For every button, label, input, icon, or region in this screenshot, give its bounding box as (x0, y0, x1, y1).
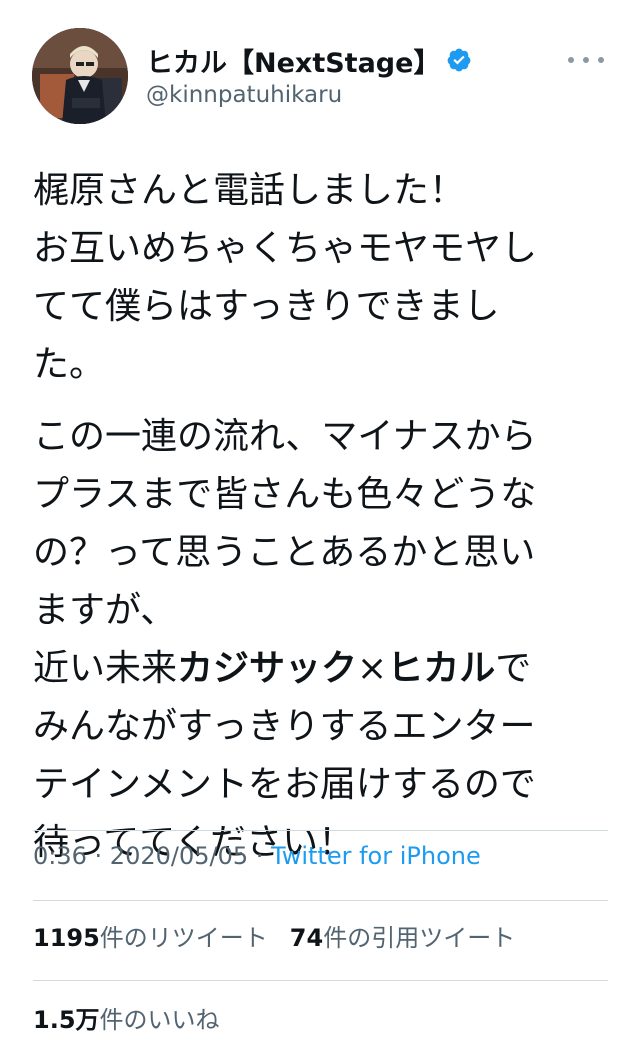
display-name[interactable]: ヒカル【NextStage】 (146, 41, 440, 80)
tweet-line: この一連の流れ、マイナスから (33, 416, 537, 457)
dot (598, 57, 604, 63)
tweet-line: てて僕らはすっきりできまし (33, 286, 500, 327)
tweet-header: ヒカル【NextStage】 @kinnpatuhikaru (32, 28, 608, 128)
tweet-paragraph-2: この一連の流れ、マイナスから プラスまで皆さんも色々どうな の？って思うことある… (33, 408, 608, 872)
avatar-image (32, 28, 128, 124)
retweets-label: 件のリツイート (99, 924, 268, 952)
tweet-line: プラスまで皆さんも色々どうな (33, 474, 537, 515)
tweet-line: みんながすっきりするエンター (33, 706, 536, 747)
tweet-meta: 0:36 · 2020/05/05 · Twitter for iPhone (33, 842, 481, 870)
tweet-bold-hikaru: ヒカル (387, 648, 496, 689)
more-options-icon[interactable] (568, 50, 604, 70)
tweet-line: お互いめちゃくちゃモヤモヤし (33, 228, 538, 269)
dot (568, 57, 574, 63)
tweet-line: ますが、 (33, 590, 177, 631)
retweets-count: 1195 (33, 924, 100, 952)
tweet-time[interactable]: 0:36 (33, 842, 87, 870)
tweet-bold-kajisac: カジサック (177, 648, 358, 689)
tweet-stats: 1195件のリツイート 74件の引用ツイート (33, 918, 515, 953)
tweet-line: の？って思うことあるかと思い (33, 532, 536, 573)
likes-label: 件のいいね (99, 1006, 220, 1034)
tweet-line: 梶原さんと電話しました！ (33, 170, 466, 211)
separator: · (248, 842, 272, 870)
tweet-date[interactable]: 2020/05/05 (110, 842, 248, 870)
tweet-line-suffix: で (495, 648, 532, 689)
separator: · (86, 842, 110, 870)
quotes-count: 74 (289, 924, 324, 952)
retweets-stat[interactable]: 1195件のリツイート (33, 924, 268, 952)
dot (583, 57, 589, 63)
divider (33, 900, 608, 901)
tweet-line: テインメントをお届けするので (33, 764, 536, 805)
tweet-text: 梶原さんと電話しました！ お互いめちゃくちゃモヤモヤし てて僕らはすっきりできま… (33, 162, 608, 872)
tweet-line: た。 (33, 344, 106, 385)
avatar[interactable] (32, 28, 128, 124)
quotes-stat[interactable]: 74件の引用ツイート (290, 924, 515, 952)
divider (33, 980, 608, 981)
tweet-line-prefix: 近い未来 (33, 648, 178, 689)
name-row: ヒカル【NextStage】 (146, 41, 472, 80)
likes-stat[interactable]: 1.5万件のいいね (33, 1000, 220, 1035)
quotes-label: 件の引用ツイート (323, 924, 516, 952)
user-handle[interactable]: @kinnpatuhikaru (146, 82, 342, 108)
tweet-cross: × (357, 648, 388, 689)
tweet-paragraph-1: 梶原さんと電話しました！ お互いめちゃくちゃモヤモヤし てて僕らはすっきりできま… (33, 162, 608, 394)
verified-badge-icon (448, 48, 471, 72)
tweet-source-link[interactable]: Twitter for iPhone (271, 842, 481, 870)
likes-count: 1.5万 (33, 1006, 100, 1034)
divider (33, 830, 608, 831)
